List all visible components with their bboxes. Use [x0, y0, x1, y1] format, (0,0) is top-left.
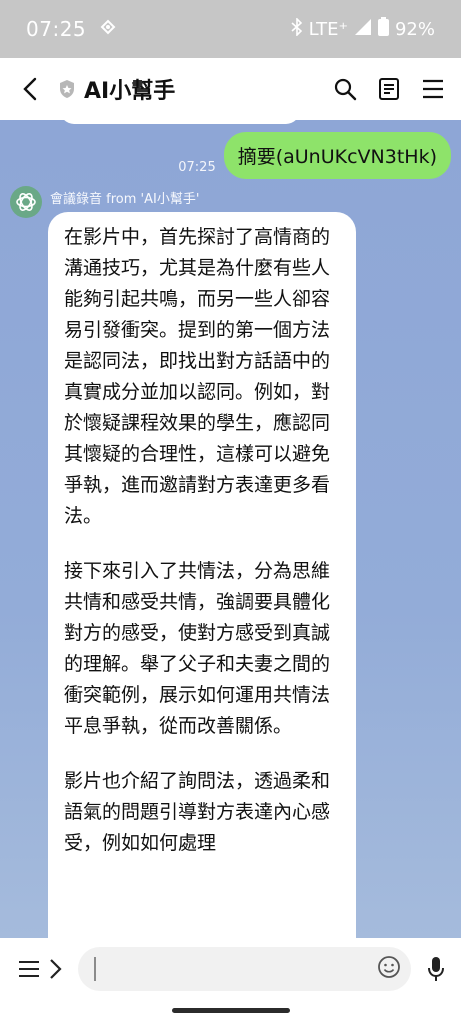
message-paragraph: 影片也介紹了詢問法，透過柔和語氣的問題引導對方表達內心感受，例如如何處理: [64, 770, 331, 854]
previous-message-bubble: [60, 120, 300, 124]
hamburger-icon[interactable]: [419, 75, 447, 103]
message-input-bar: [0, 938, 461, 1000]
chatgpt-logo-icon[interactable]: [10, 186, 42, 218]
menu-icon[interactable]: [16, 956, 42, 982]
user-message-bubble[interactable]: 摘要(aUnUKcVN3tHk): [223, 132, 451, 179]
message-paragraph: 在影片中，首先探討了高情商的溝通技巧，尤其是為什麼有些人能夠引起共鳴，而另一些人…: [64, 226, 331, 527]
sender-name: 會議錄音 from 'AI小幫手': [50, 192, 200, 207]
microphone-icon[interactable]: [423, 956, 449, 982]
network-type: LTE⁺: [308, 18, 348, 40]
status-time: 07:25: [26, 17, 87, 41]
signal-icon: [354, 18, 372, 41]
chevron-right-icon[interactable]: [42, 956, 68, 982]
navigation-area: [0, 1000, 461, 1024]
search-icon[interactable]: [331, 75, 359, 103]
bot-message-bubble[interactable]: 在影片中，首先探討了高情商的溝通技巧，尤其是為什麼有些人能夠引起共鳴，而另一些人…: [48, 212, 356, 938]
chat-area[interactable]: 07:25 摘要(aUnUKcVN3tHk) 會議錄音 from 'AI小幫手'…: [0, 120, 461, 938]
wifi-calling-icon: [98, 17, 118, 42]
battery-icon: [377, 17, 389, 41]
gesture-handle[interactable]: [172, 1008, 290, 1013]
emoji-icon[interactable]: [377, 955, 401, 983]
bluetooth-icon: [291, 16, 303, 41]
chevron-left-icon[interactable]: [16, 75, 44, 103]
text-cursor: [94, 957, 96, 981]
chat-header: AI小幫手: [0, 58, 461, 120]
notes-icon[interactable]: [375, 75, 403, 103]
status-bar: 07:25 LTE⁺ 92%: [0, 0, 461, 58]
shield-icon: [58, 79, 76, 99]
user-message-row: 07:25 摘要(aUnUKcVN3tHk): [178, 132, 451, 179]
message-time: 07:25: [178, 160, 216, 175]
message-paragraph: 接下來引入了共情法，分為思維共情和感受共情，強調要具體化對方的感受，使對方感受到…: [64, 560, 331, 737]
battery-level: 92%: [394, 18, 435, 40]
message-input[interactable]: [78, 947, 411, 991]
page-title: AI小幫手: [84, 79, 176, 104]
